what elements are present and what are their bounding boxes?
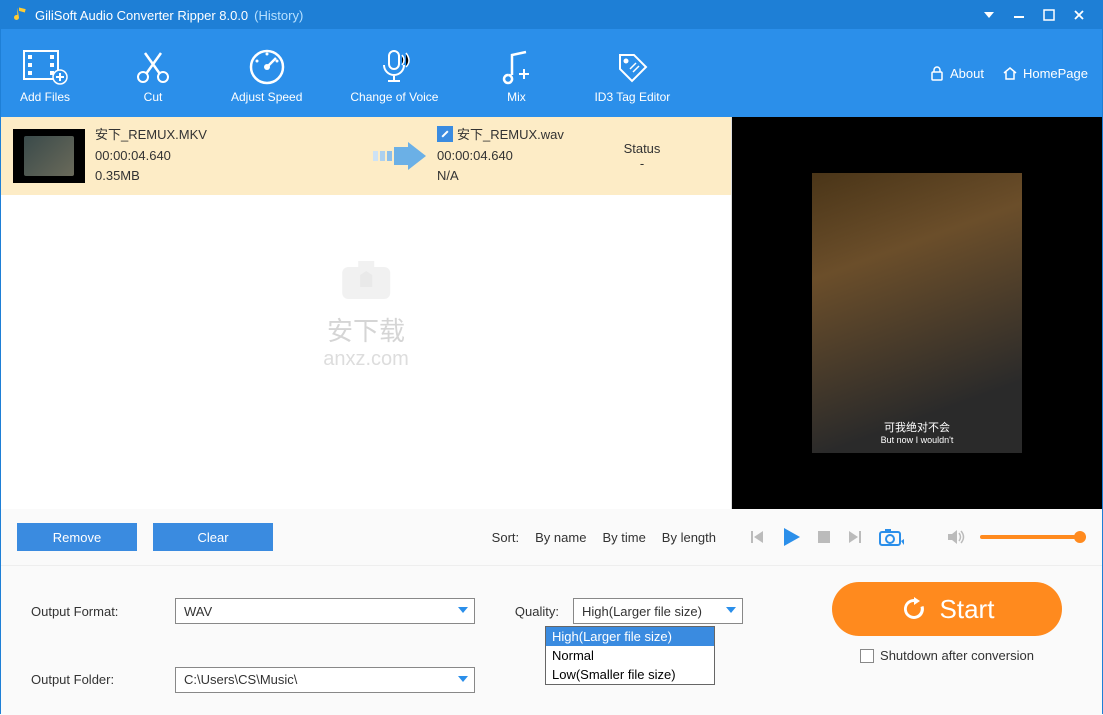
- change-voice-button[interactable]: Change of Voice: [350, 42, 438, 104]
- maximize-button[interactable]: [1034, 5, 1064, 25]
- stop-button[interactable]: [816, 529, 832, 545]
- history-link[interactable]: (History): [254, 8, 303, 23]
- output-format-select[interactable]: WAV: [175, 598, 475, 624]
- status-label: Status: [597, 141, 687, 156]
- preview-panel: 可我绝对不会 But now I wouldn't: [732, 117, 1102, 509]
- homepage-label: HomePage: [1023, 66, 1088, 81]
- controls-row: Remove Clear Sort: By name By time By le…: [1, 509, 1102, 565]
- output-format-label: Output Format:: [31, 604, 161, 619]
- about-label: About: [950, 66, 984, 81]
- app-title: GiliSoft Audio Converter Ripper 8.0.0: [35, 8, 248, 23]
- subtitle-line2: But now I wouldn't: [812, 435, 1022, 445]
- quality-value: High(Larger file size): [582, 604, 702, 619]
- minimize-button[interactable]: [1004, 5, 1034, 25]
- quality-option-normal[interactable]: Normal: [546, 646, 714, 665]
- tag-icon: [602, 42, 662, 90]
- cut-button[interactable]: Cut: [123, 42, 183, 104]
- next-track-button[interactable]: [846, 528, 864, 546]
- play-button[interactable]: [780, 526, 802, 548]
- microphone-icon: [364, 42, 424, 90]
- refresh-icon: [900, 595, 928, 623]
- about-link[interactable]: About: [929, 65, 984, 81]
- caret-down-icon: [458, 676, 468, 684]
- output-size: N/A: [437, 166, 597, 187]
- app-logo-icon: [9, 5, 29, 25]
- output-format-value: WAV: [184, 604, 212, 619]
- file-name: 安下_REMUX.MKV: [95, 125, 365, 146]
- toolbar: Add Files Cut Adjust Speed Change of Voi…: [1, 29, 1102, 117]
- sort-label: Sort:: [492, 530, 519, 545]
- file-list: 安下_REMUX.MKV 00:00:04.640 0.35MB 安下_REMU…: [1, 117, 732, 509]
- toolbar-label: Adjust Speed: [231, 90, 302, 104]
- output-folder-label: Output Folder:: [31, 672, 161, 687]
- file-output-info: 安下_REMUX.wav 00:00:04.640 N/A: [437, 125, 597, 187]
- scissors-icon: [123, 42, 183, 90]
- add-files-button[interactable]: Add Files: [15, 42, 75, 104]
- caret-down-icon: [726, 607, 736, 615]
- player-controls: [732, 509, 1102, 565]
- toolbar-label: Mix: [507, 90, 526, 104]
- toolbar-label: Add Files: [20, 90, 70, 104]
- quality-option-low[interactable]: Low(Smaller file size): [546, 665, 714, 684]
- close-button[interactable]: [1064, 5, 1094, 25]
- lock-icon: [929, 65, 945, 81]
- start-label: Start: [940, 594, 995, 625]
- caret-down-icon: [458, 607, 468, 615]
- adjust-speed-button[interactable]: Adjust Speed: [231, 42, 302, 104]
- home-icon: [1002, 65, 1018, 81]
- remove-button[interactable]: Remove: [17, 523, 137, 551]
- watermark-text2: anxz.com: [323, 348, 409, 371]
- quality-label: Quality:: [489, 604, 559, 619]
- sort-by-name[interactable]: By name: [535, 530, 586, 545]
- sort-by-length[interactable]: By length: [662, 530, 716, 545]
- id3-tag-button[interactable]: ID3 Tag Editor: [594, 42, 670, 104]
- sort-by-time[interactable]: By time: [602, 530, 645, 545]
- homepage-link[interactable]: HomePage: [1002, 65, 1088, 81]
- music-plus-icon: [486, 42, 546, 90]
- start-button[interactable]: Start: [832, 582, 1062, 636]
- arrow-right-icon: [371, 141, 431, 171]
- edit-icon[interactable]: [437, 126, 453, 142]
- output-folder-value: C:\Users\CS\Music\: [184, 672, 297, 687]
- preview-image: 可我绝对不会 But now I wouldn't: [812, 173, 1022, 453]
- prev-track-button[interactable]: [748, 528, 766, 546]
- watermark-text1: 安下载: [323, 311, 409, 348]
- clear-button[interactable]: Clear: [153, 523, 273, 551]
- titlebar: GiliSoft Audio Converter Ripper 8.0.0 (H…: [1, 1, 1102, 29]
- quality-dropdown: High(Larger file size) Normal Low(Smalle…: [545, 626, 715, 685]
- output-duration: 00:00:04.640: [437, 146, 597, 167]
- output-folder-field[interactable]: C:\Users\CS\Music\: [175, 667, 475, 693]
- file-size: 0.35MB: [95, 166, 365, 187]
- subtitle-line1: 可我绝对不会: [812, 419, 1022, 435]
- status-column: Status -: [597, 141, 687, 171]
- file-duration: 00:00:04.640: [95, 146, 365, 167]
- volume-icon[interactable]: [946, 528, 966, 546]
- snapshot-button[interactable]: [878, 527, 904, 547]
- output-name: 安下_REMUX.wav: [457, 127, 564, 142]
- film-add-icon: [15, 42, 75, 90]
- status-value: -: [597, 156, 687, 171]
- shutdown-checkbox[interactable]: [860, 649, 874, 663]
- file-source-info: 安下_REMUX.MKV 00:00:04.640 0.35MB: [95, 125, 365, 187]
- dropdown-icon[interactable]: [974, 5, 1004, 25]
- file-item[interactable]: 安下_REMUX.MKV 00:00:04.640 0.35MB 安下_REMU…: [1, 117, 731, 195]
- mix-button[interactable]: Mix: [486, 42, 546, 104]
- toolbar-label: Cut: [144, 90, 163, 104]
- main-area: 安下_REMUX.MKV 00:00:04.640 0.35MB 安下_REMU…: [1, 117, 1102, 509]
- toolbar-label: ID3 Tag Editor: [594, 90, 670, 104]
- watermark: 安下载 anxz.com: [323, 255, 409, 371]
- quality-select[interactable]: High(Larger file size): [573, 598, 743, 624]
- quality-option-high[interactable]: High(Larger file size): [546, 627, 714, 646]
- shutdown-checkbox-row[interactable]: Shutdown after conversion: [832, 648, 1062, 663]
- volume-slider[interactable]: [980, 535, 1086, 539]
- file-thumbnail: [13, 129, 85, 183]
- toolbar-label: Change of Voice: [350, 90, 438, 104]
- bottom-panel: Output Format: WAV Quality: High(Larger …: [1, 565, 1102, 715]
- gauge-icon: [237, 42, 297, 90]
- shutdown-label: Shutdown after conversion: [880, 648, 1034, 663]
